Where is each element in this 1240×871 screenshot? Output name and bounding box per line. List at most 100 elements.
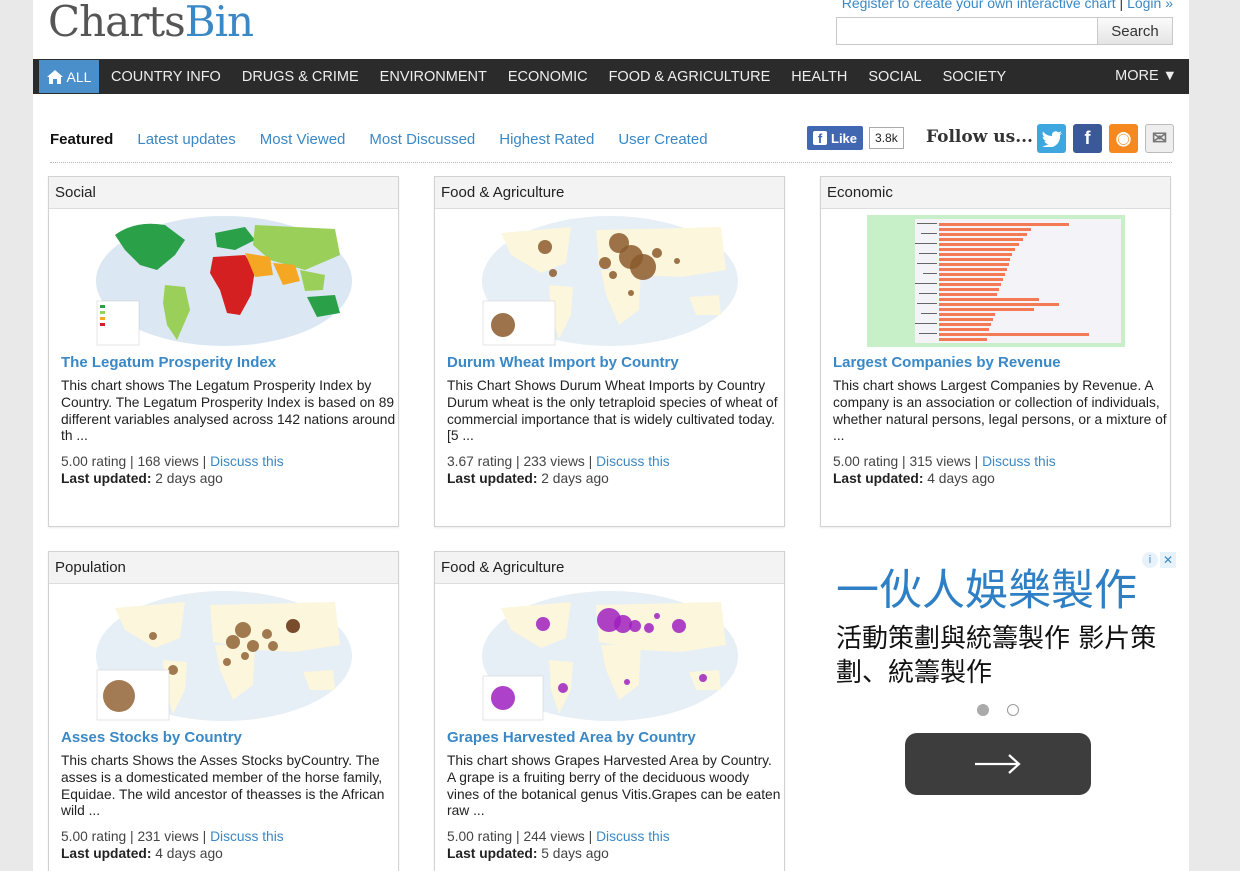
ad-info-icon[interactable]: i [1142, 552, 1158, 568]
chart-card[interactable]: Population Asses Stocks by Country This … [48, 551, 399, 871]
search-input[interactable] [837, 18, 1097, 44]
listing-tabs: Featured Latest updates Most Viewed Most… [50, 131, 732, 148]
chart-card[interactable]: Food & Agriculture Durum Wheat Import by… [434, 176, 785, 527]
card-stats: 5.00 rating | 315 views | [833, 454, 979, 469]
card-meta: 5.00 rating | 244 views | Discuss this L… [447, 828, 670, 862]
search-button[interactable]: Search [1097, 18, 1172, 44]
like-count: 3.8k [869, 127, 904, 149]
discuss-link[interactable]: Discuss this [210, 454, 284, 469]
discuss-link[interactable]: Discuss this [596, 829, 670, 844]
follow-us-label: Follow us... [926, 127, 1033, 147]
last-updated-value: 5 days ago [541, 846, 609, 861]
ad-close-icon[interactable]: ✕ [1160, 552, 1176, 568]
card-description: This chart shows Grapes Harvested Area b… [447, 753, 781, 819]
prosperity-map-thumbnail[interactable] [95, 215, 353, 347]
nav-all-label: ALL [66, 68, 92, 85]
last-updated-label: Last updated: [61, 846, 152, 861]
nav-item-society[interactable]: SOCIETY [943, 69, 1007, 85]
tab-most-discussed[interactable]: Most Discussed [369, 131, 475, 148]
tabs-divider [50, 162, 1172, 163]
card-description: This chart shows The Legatum Prosperity … [61, 378, 396, 444]
tab-most-viewed[interactable]: Most Viewed [260, 131, 346, 148]
link-separator: | [1119, 0, 1124, 11]
card-meta: 5.00 rating | 231 views | Discuss this L… [61, 828, 284, 862]
nav-item-country-info[interactable]: COUNTRY INFO [111, 69, 221, 85]
like-label: Like [831, 130, 858, 146]
last-updated-label: Last updated: [447, 846, 538, 861]
tab-highest-rated[interactable]: Highest Rated [499, 131, 594, 148]
card-meta: 5.00 rating | 315 views | Discuss this L… [833, 453, 1056, 487]
nav-all-tab[interactable]: ALL [39, 60, 99, 93]
nav-item-food-agriculture[interactable]: FOOD & AGRICULTURE [609, 69, 771, 85]
mail-glyph: ✉ [1151, 128, 1168, 148]
card-title[interactable]: Grapes Harvested Area by Country [447, 729, 696, 746]
page: ChartsBin Register to create your own in… [33, 0, 1189, 871]
wheat-import-map-thumbnail[interactable] [481, 215, 739, 347]
advertisement[interactable]: i ✕ 一伙人娛樂製作 活動策劃與統籌製作 影片策劃、統籌製作 [820, 552, 1176, 871]
last-updated-value: 2 days ago [155, 471, 223, 486]
nav-more-menu[interactable]: MORE ▼ [1115, 68, 1177, 84]
card-title[interactable]: Largest Companies by Revenue [833, 354, 1061, 371]
card-category[interactable]: Population [49, 552, 398, 584]
tab-latest-updates[interactable]: Latest updates [137, 131, 235, 148]
nav-item-economic[interactable]: ECONOMIC [508, 69, 588, 85]
card-category[interactable]: Economic [821, 177, 1170, 209]
ad-subtext: 活動策劃與統籌製作 影片策劃、統籌製作 [836, 624, 1157, 688]
card-category[interactable]: Food & Agriculture [435, 177, 784, 209]
nav-item-health[interactable]: HEALTH [791, 69, 847, 85]
asses-stocks-map-thumbnail[interactable] [95, 590, 353, 722]
card-stats: 3.67 rating | 233 views | [447, 454, 593, 469]
grapes-area-map-thumbnail[interactable] [481, 590, 739, 722]
register-link[interactable]: Register to create your own interactive … [842, 0, 1116, 11]
facebook-like-widget: f Like 3.8k [807, 126, 904, 150]
card-stats: 5.00 rating | 168 views | [61, 454, 207, 469]
card-category[interactable]: Social [49, 177, 398, 209]
facebook-like-button[interactable]: f Like [807, 126, 864, 150]
last-updated-value: 4 days ago [927, 471, 995, 486]
card-meta: 3.67 rating | 233 views | Discuss this L… [447, 453, 670, 487]
tab-featured[interactable]: Featured [50, 131, 113, 148]
search-box: Search [836, 17, 1173, 45]
chartsbin-logo[interactable]: ChartsBin [48, 0, 254, 46]
card-meta: 5.00 rating | 168 views | Discuss this L… [61, 453, 284, 487]
last-updated-value: 2 days ago [541, 471, 609, 486]
ad-carousel-dot[interactable] [1007, 704, 1019, 716]
last-updated-value: 4 days ago [155, 846, 223, 861]
discuss-link[interactable]: Discuss this [596, 454, 670, 469]
chart-card[interactable]: Food & Agriculture Grapes Harvested Area… [434, 551, 785, 871]
card-description: This chart shows Largest Companies by Re… [833, 378, 1167, 444]
facebook-icon: f [813, 131, 827, 146]
rss-icon[interactable]: ◉ [1109, 124, 1138, 153]
nav-item-social[interactable]: SOCIAL [868, 69, 921, 85]
home-icon [46, 69, 63, 84]
card-title[interactable]: Durum Wheat Import by Country [447, 354, 679, 371]
twitter-icon[interactable] [1037, 124, 1066, 153]
card-description: This Chart Shows Durum Wheat Imports by … [447, 378, 778, 444]
category-nav: ALL COUNTRY INFO DRUGS & CRIME ENVIRONME… [33, 59, 1189, 94]
nav-item-drugs-crime[interactable]: DRUGS & CRIME [242, 69, 359, 85]
card-title[interactable]: The Legatum Prosperity Index [61, 354, 276, 371]
ad-next-button[interactable] [905, 733, 1091, 795]
last-updated-label: Last updated: [61, 471, 152, 486]
ad-headline[interactable]: 一伙人娛樂製作 [836, 556, 1137, 618]
ad-carousel-dot-active[interactable] [977, 704, 989, 716]
discuss-link[interactable]: Discuss this [210, 829, 284, 844]
chart-card[interactable]: Social The Legatum Prosperity Index This… [48, 176, 399, 527]
login-link[interactable]: Login » [1127, 0, 1173, 11]
facebook-follow-icon[interactable]: f [1073, 124, 1102, 153]
logo-part-bin: Bin [184, 0, 254, 46]
last-updated-label: Last updated: [447, 471, 538, 486]
top-links: Register to create your own interactive … [842, 0, 1173, 11]
discuss-link[interactable]: Discuss this [982, 454, 1056, 469]
chart-card[interactable]: Economic Largest Companies by Revenue Th… [820, 176, 1171, 527]
card-stats: 5.00 rating | 231 views | [61, 829, 207, 844]
companies-bar-chart-thumbnail[interactable] [867, 215, 1125, 347]
card-description: This charts Shows the Asses Stocks byCou… [61, 753, 385, 819]
card-category[interactable]: Food & Agriculture [435, 552, 784, 584]
logo-part-charts: Charts [48, 0, 186, 46]
email-icon[interactable]: ✉ [1145, 124, 1174, 153]
rss-glyph: ◉ [1115, 128, 1132, 148]
tab-user-created[interactable]: User Created [618, 131, 707, 148]
card-title[interactable]: Asses Stocks by Country [61, 729, 242, 746]
nav-item-environment[interactable]: ENVIRONMENT [380, 69, 487, 85]
